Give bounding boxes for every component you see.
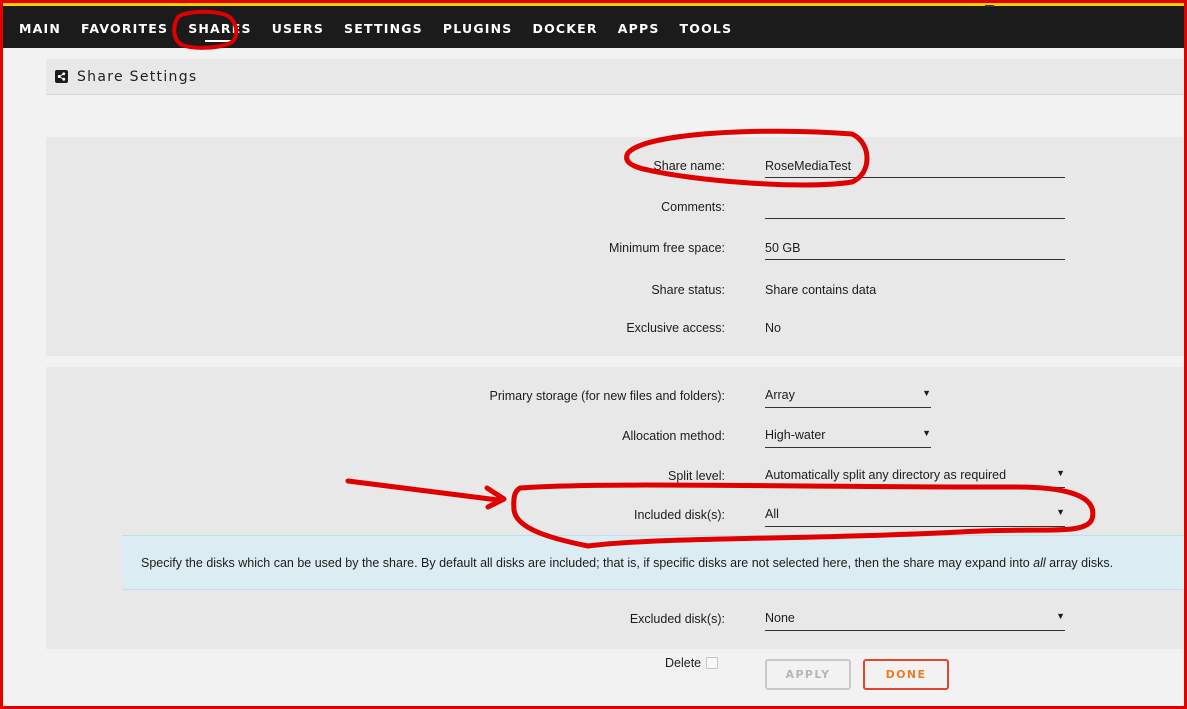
share-icon xyxy=(55,70,68,83)
exclusive-access-row: Exclusive access: No xyxy=(46,315,1187,343)
primary-storage-value: Array xyxy=(765,388,795,402)
excluded-disks-label: Excluded disk(s): xyxy=(629,612,725,626)
caret-down-icon: ▼ xyxy=(1056,507,1065,517)
split-level-select[interactable]: Automatically split any directory as req… xyxy=(765,463,1065,488)
nav-plugins[interactable]: PLUGINS xyxy=(443,21,513,36)
exclusive-access-label: Exclusive access: xyxy=(626,321,725,335)
nav-settings[interactable]: SETTINGS xyxy=(344,21,423,36)
share-name-input[interactable]: RoseMediaTest xyxy=(765,153,1065,178)
primary-storage-label: Primary storage (for new files and folde… xyxy=(489,389,725,403)
top-color-stripe xyxy=(0,0,1187,8)
form-actions: Delete APPLY DONE xyxy=(0,655,1187,695)
primary-storage-row: Primary storage (for new files and folde… xyxy=(46,383,1187,411)
comments-row: Comments: xyxy=(46,194,1187,222)
done-button[interactable]: DONE xyxy=(863,659,949,690)
allocation-method-select[interactable]: High-water ▼ xyxy=(765,423,931,448)
exclusive-access-value: No xyxy=(765,321,781,335)
excluded-disks-row: Excluded disk(s): None ▼ xyxy=(46,606,1187,634)
nav-shares[interactable]: SHARES xyxy=(188,21,252,42)
included-disks-value: All xyxy=(765,507,779,521)
top-navigation: MAIN FAVORITES SHARES USERS SETTINGS PLU… xyxy=(0,8,1187,48)
comments-label: Comments: xyxy=(661,200,725,214)
comments-input[interactable] xyxy=(765,194,1065,219)
apply-button[interactable]: APPLY xyxy=(765,659,851,690)
share-status-value: Share contains data xyxy=(765,283,877,297)
excluded-disks-select[interactable]: None ▼ xyxy=(765,606,1065,631)
nav-tools[interactable]: TOOLS xyxy=(680,21,733,36)
primary-storage-select[interactable]: Array ▼ xyxy=(765,383,931,408)
share-status-row: Share status: Share contains data xyxy=(46,277,1187,305)
nav-apps[interactable]: APPS xyxy=(618,21,660,36)
allocation-method-row: Allocation method: High-water ▼ xyxy=(46,423,1187,451)
delete-label: Delete xyxy=(665,656,702,670)
split-level-row: Split level: Automatically split any dir… xyxy=(46,463,1187,491)
min-free-input[interactable]: 50 GB xyxy=(765,235,1065,260)
included-disks-select[interactable]: All ▼ xyxy=(765,502,1065,527)
help-text-emphasis: all xyxy=(1033,556,1046,570)
caret-down-icon: ▼ xyxy=(1056,611,1065,621)
share-name-row: Share name: RoseMediaTest xyxy=(46,153,1187,181)
help-text-start: Specify the disks which can be used by t… xyxy=(141,556,1034,570)
general-settings-panel: Share name: RoseMediaTest Comments: Mini… xyxy=(46,137,1187,356)
excluded-disks-value: None xyxy=(765,611,795,625)
nav-main[interactable]: MAIN xyxy=(19,21,61,36)
min-free-row: Minimum free space: 50 GB xyxy=(46,235,1187,263)
split-level-label: Split level: xyxy=(668,469,725,483)
caret-down-icon: ▼ xyxy=(922,388,931,398)
allocation-method-label: Allocation method: xyxy=(622,429,725,443)
delete-checkbox[interactable] xyxy=(706,657,718,669)
caret-down-icon: ▼ xyxy=(922,428,931,438)
caret-down-icon: ▼ xyxy=(1056,468,1065,478)
min-free-label: Minimum free space: xyxy=(608,241,725,255)
page-title-bar: Share Settings xyxy=(46,59,1187,95)
share-name-label: Share name: xyxy=(653,159,725,173)
included-disks-label: Included disk(s): xyxy=(633,508,725,522)
nav-favorites[interactable]: FAVORITES xyxy=(81,21,168,36)
included-disks-row: Included disk(s): All ▼ xyxy=(46,502,1187,530)
split-level-value: Automatically split any directory as req… xyxy=(765,468,1007,482)
storage-settings-panel: Primary storage (for new files and folde… xyxy=(46,367,1187,649)
allocation-method-value: High-water xyxy=(765,428,826,442)
page-title: Share Settings xyxy=(77,68,198,85)
included-disks-help: Specify the disks which can be used by t… xyxy=(122,535,1187,590)
help-text-end: array disks. xyxy=(1045,556,1114,570)
nav-users[interactable]: USERS xyxy=(272,21,324,36)
nav-docker[interactable]: DOCKER xyxy=(533,21,598,36)
share-status-label: Share status: xyxy=(651,283,725,297)
